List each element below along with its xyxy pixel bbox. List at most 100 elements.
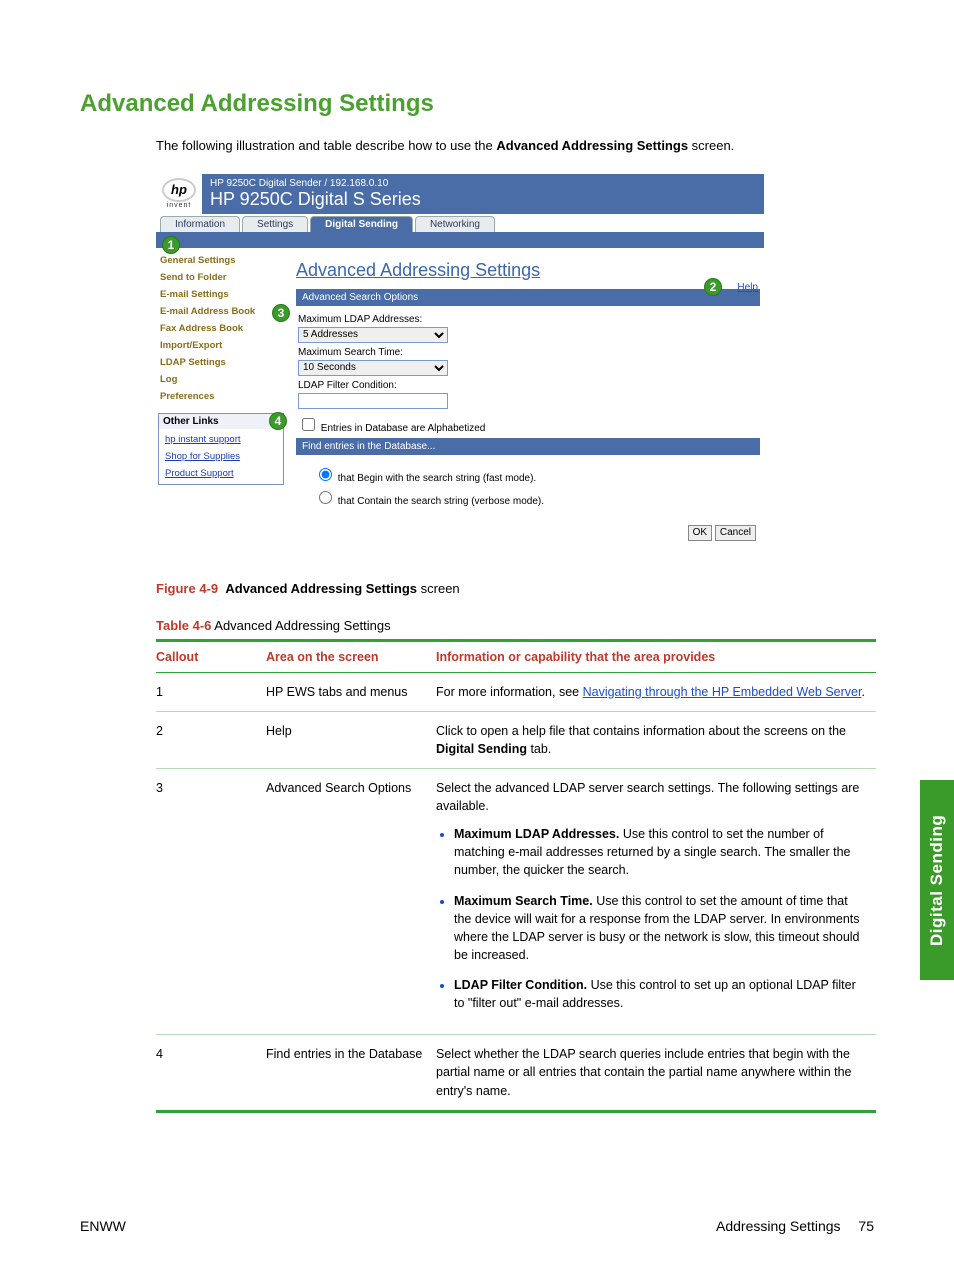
nav-fax-address-book[interactable]: Fax Address Book xyxy=(158,320,284,337)
bullet-bold: Maximum Search Time. xyxy=(454,894,593,908)
nav-general-settings[interactable]: General Settings xyxy=(158,252,284,269)
bullet-bold: LDAP Filter Condition. xyxy=(454,978,587,992)
device-series: HP 9250C Digital S Series xyxy=(210,189,421,210)
settings-table: Callout Area on the screen Information o… xyxy=(156,639,876,1113)
select-max-ldap-addresses[interactable]: 5 Addresses xyxy=(298,327,448,343)
section-advanced-search: Advanced Search Options xyxy=(296,289,760,306)
footer-left: ENWW xyxy=(80,1218,126,1234)
figure-lead: Figure 4-9 xyxy=(156,581,218,596)
help-link[interactable]: Help xyxy=(737,282,758,293)
nav-import-export[interactable]: Import/Export xyxy=(158,337,284,354)
intro-text: The following illustration and table des… xyxy=(156,136,874,156)
cell-info-before: Select the advanced LDAP server search s… xyxy=(436,781,859,813)
table-lead: Table 4-6 xyxy=(156,618,211,633)
intro-bold: Advanced Addressing Settings xyxy=(496,138,688,153)
cell-info: Select whether the LDAP search queries i… xyxy=(436,1035,876,1111)
table-row: 2 Help Click to open a help file that co… xyxy=(156,711,876,768)
label-ldap-filter: LDAP Filter Condition: xyxy=(298,380,758,391)
table-caption: Table 4-6 Advanced Addressing Settings xyxy=(156,618,874,633)
cell-callout: 4 xyxy=(156,1035,266,1111)
bullet-item: LDAP Filter Condition. Use this control … xyxy=(454,976,866,1012)
tab-underbar: 1 xyxy=(156,232,764,248)
ok-button[interactable]: OK xyxy=(688,525,712,541)
bullet-item: Maximum LDAP Addresses. Use this control… xyxy=(454,825,866,879)
link-hp-instant-support[interactable]: hp instant support xyxy=(163,431,279,448)
cell-info-before: Click to open a help file that contains … xyxy=(436,724,846,738)
other-links-box: hp instant support Shop for Supplies Pro… xyxy=(158,429,284,485)
tab-networking[interactable]: Networking xyxy=(415,216,495,232)
table-row: 1 HP EWS tabs and menus For more informa… xyxy=(156,672,876,711)
nav-ldap-settings[interactable]: LDAP Settings xyxy=(158,354,284,371)
nav-log[interactable]: Log xyxy=(158,371,284,388)
label-max-ldap-addresses: Maximum LDAP Addresses: xyxy=(298,314,758,325)
radio-contain[interactable] xyxy=(319,491,332,504)
tab-settings[interactable]: Settings xyxy=(242,216,308,232)
cell-callout: 1 xyxy=(156,672,266,711)
cell-area: Help xyxy=(266,711,436,768)
ews-main-panel: Advanced Addressing Settings 2 Help Adva… xyxy=(286,248,764,553)
label-contain: that Contain the search string (verbose … xyxy=(338,496,544,507)
intro-before: The following illustration and table des… xyxy=(156,138,496,153)
panel-title: Advanced Addressing Settings xyxy=(296,260,760,281)
shot-header: HP 9250C Digital Sender / 192.168.0.10 H… xyxy=(202,174,764,214)
hp-logo-sub: invent xyxy=(162,202,196,209)
other-links-heading: Other Links 4 xyxy=(158,413,284,429)
label-begin-with: that Begin with the search string (fast … xyxy=(338,473,536,484)
table-row: 4 Find entries in the Database Select wh… xyxy=(156,1035,876,1111)
cell-callout: 2 xyxy=(156,711,266,768)
screenshot-figure: hp invent HP 9250C Digital Sender / 192.… xyxy=(156,174,764,553)
th-callout: Callout xyxy=(156,640,266,672)
nav-email-settings[interactable]: E-mail Settings xyxy=(158,286,284,303)
bullet-bold: Maximum LDAP Addresses. xyxy=(454,827,619,841)
footer-page-number: 75 xyxy=(858,1218,874,1234)
ews-tabbar: Information Settings Digital Sending Net… xyxy=(156,214,764,232)
th-info: Information or capability that the area … xyxy=(436,640,876,672)
select-max-search-time[interactable]: 10 Seconds xyxy=(298,360,448,376)
th-area: Area on the screen xyxy=(266,640,436,672)
checkbox-alphabetized[interactable] xyxy=(302,418,315,431)
cell-info: For more information, see Navigating thr… xyxy=(436,672,876,711)
tab-digital-sending[interactable]: Digital Sending xyxy=(310,216,413,232)
tab-information[interactable]: Information xyxy=(160,216,240,232)
cell-area: Advanced Search Options xyxy=(266,768,436,1034)
table-rest: Advanced Addressing Settings xyxy=(211,618,390,633)
callout-4: 4 xyxy=(269,412,287,430)
label-max-search-time: Maximum Search Time: xyxy=(298,347,758,358)
ews-sidebar: General Settings Send to Folder E-mail S… xyxy=(156,248,286,553)
intro-after: screen. xyxy=(688,138,734,153)
input-ldap-filter[interactable] xyxy=(298,393,448,409)
radio-begin-with[interactable] xyxy=(319,468,332,481)
nav-preferences[interactable]: Preferences xyxy=(158,388,284,405)
page-title: Advanced Addressing Settings xyxy=(80,90,874,118)
page-footer: ENWW Addressing Settings 75 xyxy=(80,1218,874,1234)
other-links-heading-text: Other Links xyxy=(163,416,219,427)
figure-caption: Figure 4-9 Advanced Addressing Settings … xyxy=(156,581,874,596)
nav-send-to-folder[interactable]: Send to Folder xyxy=(158,269,284,286)
cancel-button[interactable]: Cancel xyxy=(715,525,756,541)
cell-info-after: . xyxy=(861,685,864,699)
figure-after: screen xyxy=(417,581,460,596)
section-find-entries: Find entries in the Database... xyxy=(296,438,760,455)
label-alphabetized: Entries in Database are Alphabetized xyxy=(321,423,486,434)
nav-email-address-book[interactable]: E-mail Address Book xyxy=(158,303,284,320)
cell-info-before: For more information, see xyxy=(436,685,583,699)
link-navigating-ews[interactable]: Navigating through the HP Embedded Web S… xyxy=(583,685,862,699)
device-address: HP 9250C Digital Sender / 192.168.0.10 xyxy=(210,178,421,189)
bullet-item: Maximum Search Time. Use this control to… xyxy=(454,892,866,965)
cell-area: HP EWS tabs and menus xyxy=(266,672,436,711)
table-row: 3 Advanced Search Options Select the adv… xyxy=(156,768,876,1034)
link-shop-supplies[interactable]: Shop for Supplies xyxy=(163,448,279,465)
hp-logo-block: hp invent xyxy=(156,174,202,214)
link-product-support[interactable]: Product Support xyxy=(163,465,279,482)
callout-2: 2 xyxy=(704,278,722,296)
side-tab-digital-sending: Digital Sending xyxy=(920,780,954,980)
cell-callout: 3 xyxy=(156,768,266,1034)
cell-info-bold: Digital Sending xyxy=(436,742,527,756)
hp-logo-icon: hp xyxy=(162,178,196,202)
figure-bold: Advanced Addressing Settings xyxy=(225,581,417,596)
cell-info: Select the advanced LDAP server search s… xyxy=(436,768,876,1034)
cell-info-after: tab. xyxy=(527,742,551,756)
cell-area: Find entries in the Database xyxy=(266,1035,436,1111)
cell-info: Click to open a help file that contains … xyxy=(436,711,876,768)
footer-right-label: Addressing Settings xyxy=(716,1218,841,1234)
